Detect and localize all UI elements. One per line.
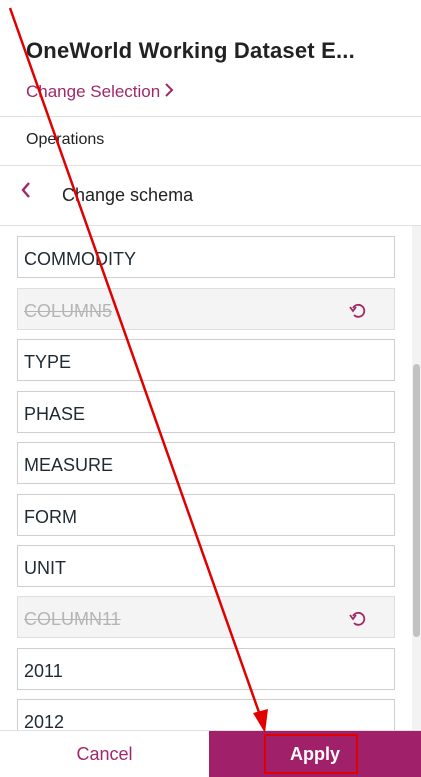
schema-field[interactable]: MEASURE <box>17 442 395 484</box>
change-selection-label: Change Selection <box>26 82 161 101</box>
undo-icon[interactable] <box>348 608 368 628</box>
field-label: FORM <box>24 507 77 527</box>
dataset-title: OneWorld Working Dataset E... <box>26 38 355 63</box>
scrollbar-thumb[interactable] <box>413 364 420 637</box>
apply-button[interactable]: Apply <box>209 731 421 777</box>
operations-section: Operations <box>0 117 421 166</box>
schema-field[interactable]: COMMODITY <box>17 236 395 278</box>
field-label: COLUMN11 <box>24 609 121 629</box>
panel-header: OneWorld Working Dataset E... Change Sel… <box>0 0 421 117</box>
field-label: 2011 <box>24 661 63 681</box>
schema-field-removed[interactable]: COLUMN11 <box>17 596 395 638</box>
chevron-right-icon <box>164 82 174 102</box>
field-label: UNIT <box>24 558 66 578</box>
list-scrollbar[interactable] <box>412 226 421 730</box>
schema-toolbar: Change schema <box>0 166 421 226</box>
schema-field[interactable]: FORM <box>17 494 395 536</box>
schema-panel: OneWorld Working Dataset E... Change Sel… <box>0 0 421 777</box>
field-label: COMMODITY <box>24 249 136 269</box>
chevron-left-icon[interactable] <box>20 180 44 208</box>
field-label: 2012 <box>24 712 65 730</box>
schema-field[interactable]: PHASE <box>17 391 395 433</box>
panel-footer: Cancel Apply <box>0 730 421 777</box>
change-selection-link[interactable]: Change Selection <box>26 82 174 102</box>
schema-field[interactable]: 2011 <box>17 648 395 690</box>
field-label: TYPE <box>24 352 72 372</box>
schema-field-removed[interactable]: COLUMN5 <box>17 288 395 330</box>
field-label: MEASURE <box>24 455 114 475</box>
operations-label: Operations <box>26 131 105 148</box>
schema-field[interactable]: TYPE <box>17 339 395 381</box>
field-label: PHASE <box>24 404 86 424</box>
schema-field[interactable]: 2012 <box>17 699 395 730</box>
undo-icon[interactable] <box>348 300 368 320</box>
field-label: COLUMN5 <box>24 301 113 321</box>
cancel-button[interactable]: Cancel <box>0 731 209 777</box>
schema-field-list[interactable]: COMMODITY COLUMN5 TYPE PHASE MEASURE FOR… <box>0 226 421 730</box>
schema-field[interactable]: UNIT <box>17 545 395 587</box>
schema-title: Change schema <box>62 185 194 205</box>
